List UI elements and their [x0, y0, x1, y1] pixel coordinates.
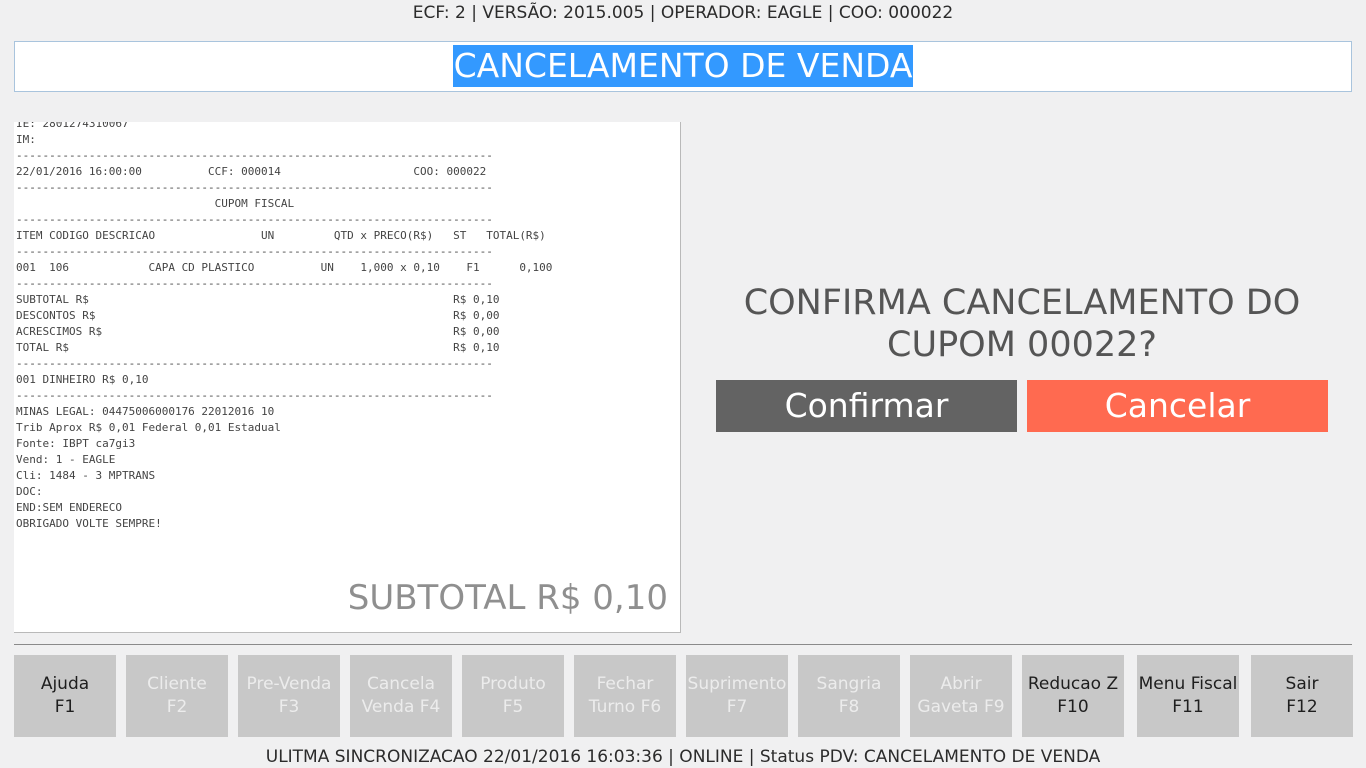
confirm-button[interactable]: Confirmar — [716, 380, 1017, 432]
subtotal-display: SUBTOTAL R$ 0,10 — [347, 578, 668, 618]
fkey-suprimento-f7[interactable]: Suprimento F7 — [686, 655, 788, 737]
fkey-reducao-z-f10[interactable]: Reducao Z F10 — [1022, 655, 1124, 737]
fkey-menu-fiscal-f11[interactable]: Menu Fiscal F11 — [1137, 655, 1239, 737]
fkey-label: Sangria — [816, 674, 882, 694]
fkey-label: Menu Fiscal — [1138, 674, 1238, 694]
fkey-cliente-f2[interactable]: Cliente F2 — [126, 655, 228, 737]
fkey-cancela-venda-f4[interactable]: Cancela Venda F4 — [350, 655, 452, 737]
cancel-button[interactable]: Cancelar — [1027, 380, 1328, 432]
fkey-label: Fechar — [596, 674, 654, 694]
fkey-shortcut: Turno F6 — [588, 697, 662, 717]
fkey-shortcut: F12 — [1286, 697, 1318, 717]
fkey-shortcut: F7 — [726, 697, 748, 717]
fkey-shortcut: F2 — [166, 697, 188, 717]
fkey-shortcut: F1 — [54, 697, 76, 717]
fkey-sangria-f8[interactable]: Sangria F8 — [798, 655, 900, 737]
footer-status-line: ULITMA SINCRONIZACAO 22/01/2016 16:03:36… — [265, 747, 1101, 767]
fkey-shortcut: F8 — [838, 697, 860, 717]
fkey-produto-f5[interactable]: Produto F5 — [462, 655, 564, 737]
fkey-abrir-gaveta-f9[interactable]: Abrir Gaveta F9 — [910, 655, 1012, 737]
pdv-window: ECF: 2 | VERSÃO: 2015.005 | OPERADOR: EA… — [0, 0, 1366, 768]
fkey-shortcut: F11 — [1172, 697, 1204, 717]
fkey-label: Suprimento — [687, 674, 787, 694]
receipt-panel[interactable]: IE: 2801274310067 IM: ------------------… — [14, 122, 681, 633]
confirm-message-line2: CUPOM 00022? — [887, 325, 1157, 365]
confirm-message: CONFIRMA CANCELAMENTO DO CUPOM 00022? — [716, 282, 1328, 366]
fkey-label: Abrir — [940, 674, 982, 694]
fkey-label: Sair — [1285, 674, 1319, 694]
confirm-message-line1: CONFIRMA CANCELAMENTO DO — [743, 283, 1301, 323]
fkey-label: Pre-Venda — [246, 674, 332, 694]
fkey-label: Ajuda — [40, 674, 90, 694]
fkey-label: Cancela — [366, 674, 435, 694]
header-status-line: ECF: 2 | VERSÃO: 2015.005 | OPERADOR: EA… — [412, 3, 954, 23]
fkey-shortcut: F5 — [502, 697, 524, 717]
fkey-shortcut: F3 — [278, 697, 300, 717]
page-title: CANCELAMENTO DE VENDA — [452, 45, 914, 87]
separator-line — [14, 644, 1352, 645]
receipt-text: IE: 2801274310067 IM: ------------------… — [16, 122, 553, 530]
fkey-pre-venda-f3[interactable]: Pre-Venda F3 — [238, 655, 340, 737]
fkey-label: Produto — [480, 674, 546, 694]
fkey-shortcut: Gaveta F9 — [917, 697, 1005, 717]
fkey-shortcut: Venda F4 — [361, 697, 441, 717]
fkey-label: Reducao Z — [1027, 674, 1119, 694]
fkey-sair-f12[interactable]: Sair F12 — [1251, 655, 1353, 737]
fkey-ajuda-f1[interactable]: Ajuda F1 — [14, 655, 116, 737]
function-key-bar: Ajuda F1 Cliente F2 Pre-Venda F3 Cancela… — [14, 655, 1353, 737]
fkey-label: Cliente — [147, 674, 207, 694]
title-bar: CANCELAMENTO DE VENDA — [14, 41, 1352, 92]
fkey-fechar-turno-f6[interactable]: Fechar Turno F6 — [574, 655, 676, 737]
fkey-shortcut: F10 — [1057, 697, 1089, 717]
